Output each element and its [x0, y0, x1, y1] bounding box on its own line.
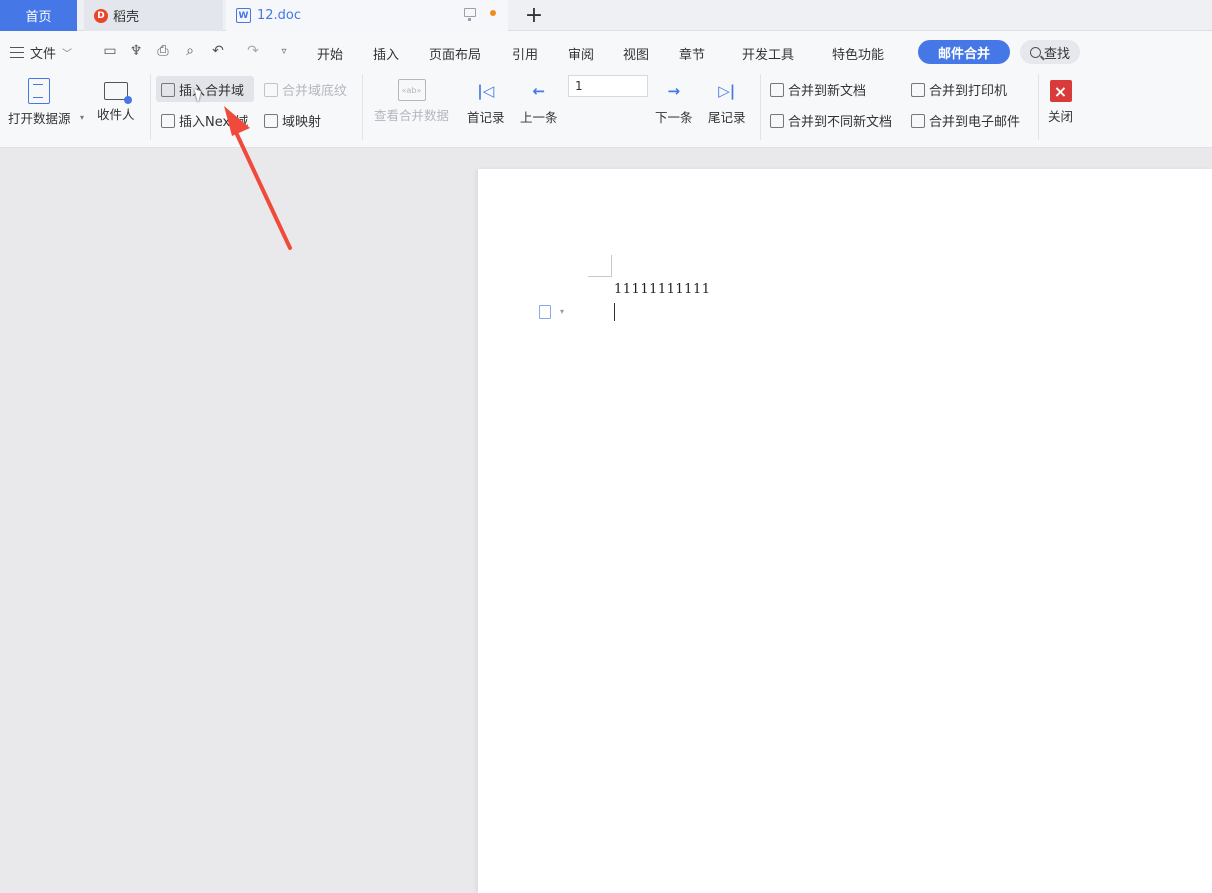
- recipients-label: 收件人: [97, 107, 135, 122]
- view-data-icon: «ab»: [397, 79, 426, 101]
- dropdown-arrow-icon[interactable]: ▾: [80, 113, 84, 122]
- menu-review[interactable]: 审阅: [568, 44, 594, 63]
- field-mapping-button[interactable]: 域映射: [264, 111, 321, 130]
- paragraph-dropdown-icon[interactable]: ▾: [560, 307, 564, 316]
- format-painter-icon[interactable]: ♆: [128, 43, 144, 59]
- close-label: 关闭: [1048, 109, 1074, 124]
- redo-icon[interactable]: ↷: [245, 43, 261, 59]
- menu-view[interactable]: 视图: [623, 44, 649, 63]
- merge-to-printer-label: 合并到打印机: [929, 84, 1008, 99]
- tab-status: [464, 8, 496, 21]
- menu-page-layout[interactable]: 页面布局: [429, 44, 481, 63]
- merge-field-shading-label: 合并域底纹: [282, 84, 348, 99]
- field-mapping-label: 域映射: [282, 115, 322, 130]
- tab-daoke[interactable]: D 稻壳: [84, 0, 223, 31]
- open-datasource-button[interactable]: 打开数据源: [8, 78, 71, 127]
- word-doc-icon: W: [236, 8, 251, 23]
- last-record-label: 尾记录: [708, 110, 746, 125]
- close-icon: ×: [1049, 80, 1072, 102]
- insert-next-field-label: 插入Next域: [179, 115, 249, 130]
- merge-field-shading-button[interactable]: 合并域底纹: [264, 80, 347, 99]
- text-caret: [614, 303, 615, 321]
- merge-to-new-doc-label: 合并到新文档: [788, 84, 867, 99]
- save-icon[interactable]: ▭: [102, 43, 118, 59]
- margin-corner-mark: [588, 255, 612, 277]
- tab-home-label: 首页: [25, 10, 52, 25]
- menu-chapter[interactable]: 章节: [679, 44, 705, 63]
- file-menu[interactable]: 文件 ﹀: [10, 43, 72, 62]
- envelope-icon: [103, 82, 132, 104]
- merge-to-email-label: 合并到电子邮件: [929, 115, 1021, 130]
- tab-document-label: 12.doc: [257, 8, 302, 23]
- insert-merge-field-label: 插入合并域: [179, 84, 245, 99]
- hamburger-icon: [10, 47, 24, 58]
- next-record-label: 下一条: [655, 110, 693, 125]
- menu-developer-tools[interactable]: 开发工具: [742, 44, 794, 63]
- tab-document[interactable]: W 12.doc: [226, 0, 508, 31]
- record-number-input[interactable]: 1: [568, 75, 648, 97]
- last-record-icon: ▷|: [718, 82, 736, 100]
- ribbon-separator: [1038, 74, 1039, 140]
- arrow-right-icon: →: [667, 82, 681, 100]
- menu-insert[interactable]: 插入: [373, 44, 399, 63]
- search-icon: [1029, 46, 1041, 58]
- recipients-button[interactable]: 收件人: [97, 78, 135, 123]
- new-tab-button[interactable]: +: [522, 0, 546, 31]
- merge-to-different-docs-label: 合并到不同新文档: [788, 115, 893, 130]
- new-doc-icon: [770, 82, 784, 97]
- prev-record-label: 上一条: [520, 110, 558, 125]
- email-icon: [911, 113, 925, 128]
- document-page[interactable]: 11111111111: [478, 169, 1212, 893]
- merge-to-different-docs-button[interactable]: 合并到不同新文档: [770, 111, 892, 130]
- print-icon[interactable]: ⎙: [155, 43, 171, 59]
- menu-mail-merge[interactable]: 邮件合并: [918, 40, 1010, 64]
- undo-icon[interactable]: ↶: [210, 43, 226, 59]
- first-record-icon: |◁: [477, 82, 495, 100]
- field-mapping-icon: [264, 113, 278, 128]
- menu-references[interactable]: 引用: [512, 44, 538, 63]
- view-merged-data-button[interactable]: «ab» 查看合并数据: [374, 79, 449, 124]
- merge-field-icon: [161, 82, 175, 97]
- paragraph-icon[interactable]: [539, 305, 551, 319]
- merge-to-email-button[interactable]: 合并到电子邮件: [911, 111, 1020, 130]
- merge-to-new-doc-button[interactable]: 合并到新文档: [770, 80, 866, 99]
- first-record-button[interactable]: |◁ 首记录: [467, 82, 505, 126]
- first-record-label: 首记录: [467, 110, 505, 125]
- open-datasource-label: 打开数据源: [8, 111, 71, 126]
- search-button[interactable]: 查找: [1020, 40, 1080, 64]
- tab-home[interactable]: 首页: [0, 0, 77, 31]
- customize-quick-access-icon[interactable]: ▿: [276, 43, 292, 59]
- print-preview-icon[interactable]: ⌕: [182, 43, 198, 59]
- merge-to-printer-button[interactable]: 合并到打印机: [911, 80, 1007, 99]
- tab-bar: 首页 D 稻壳 W 12.doc +: [0, 0, 1212, 31]
- ribbon-separator: [362, 74, 363, 140]
- printer-icon: [911, 82, 925, 97]
- last-record-button[interactable]: ▷| 尾记录: [708, 82, 746, 126]
- next-field-icon: [161, 113, 175, 128]
- next-record-button[interactable]: → 下一条: [655, 82, 693, 126]
- ribbon-separator: [760, 74, 761, 140]
- close-button[interactable]: × 关闭: [1048, 80, 1073, 125]
- shading-icon: [264, 82, 278, 97]
- monitor-icon[interactable]: [464, 8, 476, 21]
- file-menu-label: 文件: [30, 47, 57, 62]
- ribbon-separator: [150, 74, 151, 140]
- menu-start[interactable]: 开始: [317, 44, 343, 63]
- tab-daoke-label: 稻壳: [113, 10, 140, 25]
- document-text[interactable]: 11111111111: [614, 282, 710, 297]
- chevron-down-icon: ﹀: [62, 49, 73, 60]
- search-label: 查找: [1043, 46, 1070, 62]
- datasource-icon: [28, 78, 51, 104]
- view-merged-data-label: 查看合并数据: [374, 108, 450, 123]
- menu-special-features[interactable]: 特色功能: [832, 44, 884, 63]
- arrow-left-icon: ←: [532, 82, 546, 100]
- prev-record-button[interactable]: ← 上一条: [520, 82, 558, 126]
- insert-next-field-button[interactable]: 插入Next域: [161, 111, 248, 130]
- different-docs-icon: [770, 113, 784, 128]
- unsaved-dot-icon: [490, 9, 496, 16]
- daoke-logo-icon: D: [94, 8, 108, 23]
